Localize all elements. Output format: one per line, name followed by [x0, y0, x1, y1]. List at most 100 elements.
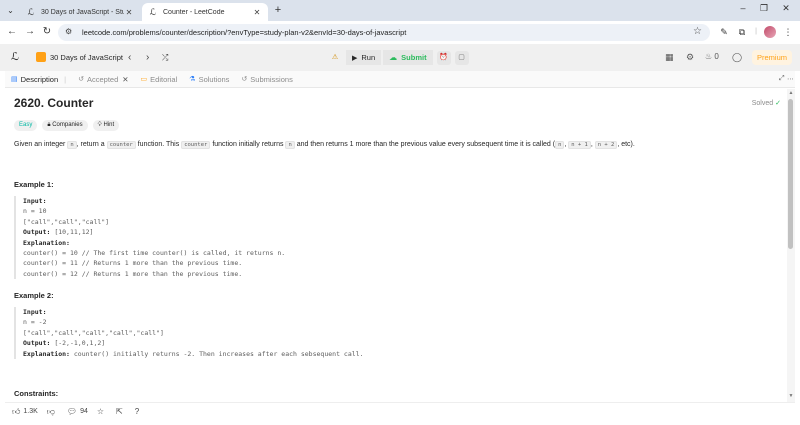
like-button[interactable]: 👍︎ 1.3K	[12, 407, 38, 417]
output-label: Output:	[23, 339, 51, 348]
favorite-button[interactable]: ☆	[97, 407, 107, 416]
example-line: ["call","call","call"]	[23, 217, 110, 226]
leetcode-logo-icon[interactable]: ℒ	[11, 51, 23, 64]
tab-accepted[interactable]: ↺ Accepted ✕	[78, 75, 128, 84]
new-tab-button[interactable]: +	[272, 3, 284, 18]
minimize-icon[interactable]: –	[737, 3, 749, 13]
submit-label: Submit	[401, 53, 427, 62]
explanation-label: Explanation:	[23, 349, 70, 358]
site-info-icon[interactable]: ⚙	[65, 27, 72, 36]
prev-problem-icon[interactable]: ‹	[128, 52, 131, 63]
leetcode-favicon-icon: ℒ	[149, 7, 157, 17]
solved-status: Solved ✓	[752, 99, 781, 107]
scroll-up-icon[interactable]: ▲	[787, 90, 795, 96]
debug-icon[interactable]: ⚠	[328, 51, 342, 65]
study-plan-link[interactable]: 30 Days of JavaScript	[36, 52, 123, 62]
browser-tab-counter[interactable]: ℒ Counter - LeetCode ✕	[142, 3, 268, 21]
problem-description-panel: 2620. Counter Solved ✓ Easy 🔒︎ Companies …	[5, 89, 787, 402]
feedback-button[interactable]: ?	[135, 407, 142, 416]
close-tab-icon[interactable]: ✕	[122, 75, 128, 84]
dislike-button[interactable]: 👎︎	[47, 407, 58, 417]
shuffle-icon[interactable]: ⤮	[162, 52, 168, 63]
window-close-icon[interactable]: ✕	[780, 3, 792, 14]
close-tab-icon[interactable]: ✕	[252, 8, 262, 17]
leetcode-header: ℒ 30 Days of JavaScript ‹ › ⤮ ⚠ ▶ Run ☁ …	[0, 44, 800, 71]
settings-gear-icon[interactable]: ⚙	[686, 52, 694, 63]
like-count: 1.3K	[23, 408, 38, 415]
tab-divider: |	[64, 74, 67, 84]
run-label: Run	[361, 53, 376, 62]
statement-text: , return a	[76, 141, 107, 148]
study-plan-icon	[36, 52, 46, 62]
example-line: counter() = 10 // The first time counter…	[23, 248, 286, 257]
example-line: ["call","call","call","call","call"]	[23, 328, 164, 337]
statement-text: function. This	[135, 141, 182, 148]
flask-icon: ⚗	[189, 76, 196, 83]
hint-label: Hint	[103, 122, 115, 128]
tab-search-icon[interactable]: ⌄	[3, 3, 18, 18]
problem-statement: Given an integer n, return a counter fun…	[14, 141, 635, 149]
browser-tab-study-plan[interactable]: ℒ 30 Days of JavaScript - Study P ✕	[20, 3, 140, 21]
example-line: Explanation:	[23, 238, 314, 248]
example-1-block: Input: n = 10 ["call","call","call"] Out…	[14, 196, 314, 280]
example-line: counter() = 11 // Returns 1 more than th…	[23, 259, 243, 268]
comments-button[interactable]: 💬︎ 94	[67, 407, 88, 416]
share-icon: ⇱	[116, 407, 123, 416]
profile-avatar[interactable]	[764, 26, 776, 38]
fire-icon: ♨	[705, 52, 713, 61]
tab-editorial[interactable]: ▭ Editorial	[141, 75, 178, 84]
star-icon: ☆	[96, 407, 105, 416]
tab-label: Description	[20, 74, 59, 84]
streak-counter[interactable]: ♨ 0	[705, 52, 719, 61]
problem-panel-tabs: ▤ Description | ↺ Accepted ✕ ▭ Editorial…	[5, 71, 795, 88]
companies-tag[interactable]: 🔒︎ Companies	[42, 120, 88, 131]
streak-count: 0	[714, 52, 719, 61]
close-tab-icon[interactable]: ✕	[124, 8, 134, 17]
output-value: [-2,-1,0,1,2]	[50, 339, 106, 348]
reload-icon[interactable]: ↻	[41, 26, 53, 38]
input-label: Input:	[23, 308, 47, 316]
description-scrollbar[interactable]: ▲ ▼	[787, 89, 795, 402]
problem-tags: Easy 🔒︎ Companies 💡︎ Hint	[14, 120, 124, 131]
extensions-icon[interactable]: ⧉	[736, 26, 748, 38]
tab-description[interactable]: ▤ Description |	[11, 75, 66, 84]
maximize-panel-icon[interactable]: ⤢	[779, 75, 785, 83]
cloud-upload-icon: ☁	[389, 53, 398, 62]
restore-icon[interactable]: ❐	[758, 3, 770, 14]
pen-extension-icon[interactable]: ✎	[718, 26, 730, 38]
inline-code: counter	[106, 141, 136, 149]
run-submit-group: ⚠ ▶ Run ☁ Submit ⏰ ▢	[328, 50, 473, 65]
play-icon: ▶	[352, 54, 358, 62]
forward-icon[interactable]: →	[24, 26, 36, 38]
difficulty-badge[interactable]: Easy	[14, 120, 38, 131]
output-label: Output:	[23, 228, 51, 237]
submit-button[interactable]: ☁ Submit	[383, 50, 433, 65]
timer-icon[interactable]: ⏰	[436, 50, 451, 65]
user-avatar-icon[interactable]: ◯	[732, 52, 742, 63]
tab-submissions[interactable]: ↺ Submissions	[241, 75, 292, 84]
panel-menu-icon[interactable]: ⋯	[787, 75, 794, 83]
solved-label: Solved	[751, 100, 774, 107]
tab-label: Solutions	[198, 74, 230, 84]
scroll-down-icon[interactable]: ▼	[787, 393, 795, 399]
example-2-block: Input: n = -2 ["call","call","call","cal…	[14, 307, 434, 359]
tab-solutions[interactable]: ⚗ Solutions	[189, 75, 229, 84]
address-bar[interactable]: ⚙ leetcode.com/problems/counter/descript…	[58, 24, 710, 41]
premium-button[interactable]: Premium	[752, 50, 792, 65]
run-button[interactable]: ▶ Run	[346, 50, 382, 65]
bookmark-star-icon[interactable]: ☆	[693, 26, 702, 37]
browser-menu-icon[interactable]: ⋮	[782, 26, 794, 38]
tab-label: Accepted	[86, 74, 119, 84]
study-plan-label: 30 Days of JavaScript	[50, 52, 123, 62]
layout-grid-icon[interactable]: ▦	[665, 52, 674, 63]
hint-tag[interactable]: 💡︎ Hint	[92, 120, 120, 131]
statement-text: function initially returns	[210, 141, 286, 148]
scrollbar-thumb[interactable]	[788, 99, 793, 249]
input-label: Input:	[23, 197, 47, 205]
share-button[interactable]: ⇱	[116, 407, 126, 416]
notes-icon[interactable]: ▢	[454, 50, 469, 65]
example-line: Output: [-2,-1,0,1,2]	[23, 338, 434, 348]
next-problem-icon[interactable]: ›	[146, 52, 149, 63]
back-icon[interactable]: ←	[6, 26, 18, 38]
example-1-title: Example 1:	[14, 180, 54, 189]
